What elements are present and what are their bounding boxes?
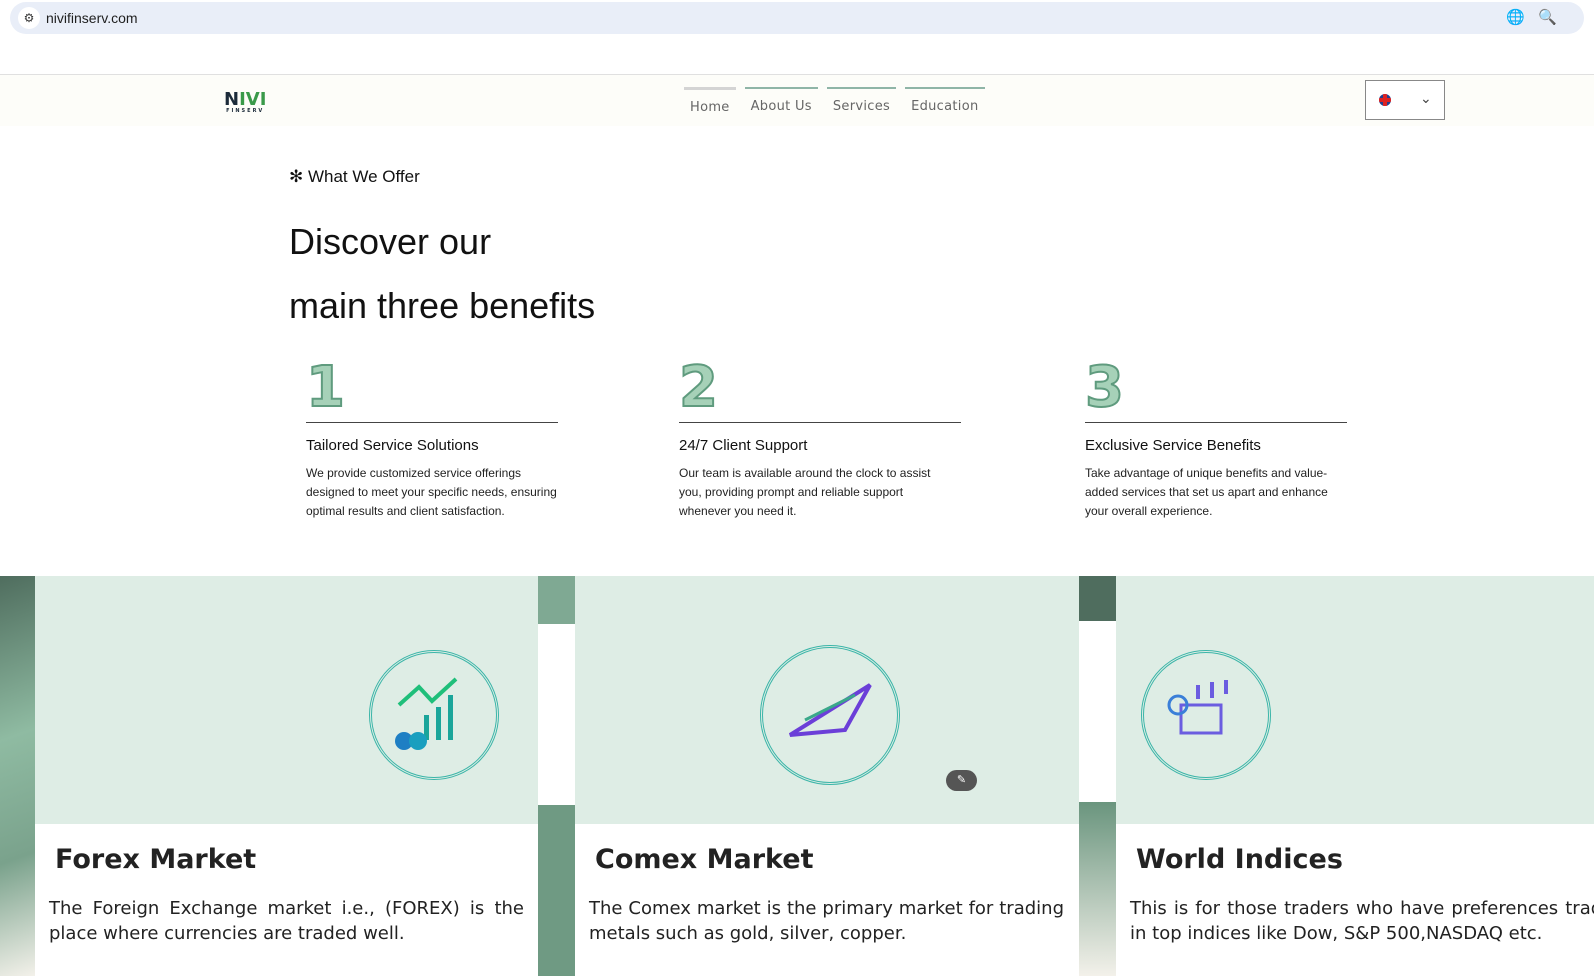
forex-chart-icon: [369, 650, 499, 780]
benefit-text: We provide customized service offerings …: [306, 466, 557, 518]
nav-education[interactable]: Education: [905, 87, 985, 115]
card-text: The Comex market is the primary market f…: [589, 898, 1064, 944]
chevron-down-icon: ⌄: [1420, 90, 1432, 106]
main-menu: Home About Us Services Education: [684, 87, 985, 115]
address-bar[interactable]: ⚙ nivifinserv.com 🌐 🔍: [10, 2, 1584, 34]
benefit-title: 24/7 Client Support: [679, 437, 808, 454]
section-kicker: ✻ What We Offer: [289, 167, 420, 186]
nav-home[interactable]: Home: [684, 87, 736, 115]
decor-strip: [0, 576, 35, 976]
benefit-text: Take advantage of unique benefits and va…: [1085, 466, 1328, 518]
card-title: Forex Market: [55, 844, 257, 875]
service-card-forex[interactable]: Forex Market The Foreign Exchange market…: [35, 576, 538, 976]
card-body: World Indices This is for those traders …: [1116, 824, 1594, 976]
translate-icon[interactable]: 🌐: [1506, 8, 1525, 26]
benefit-text: Our team is available around the clock t…: [679, 466, 931, 518]
card-body: Comex Market The Comex market is the pri…: [575, 824, 1079, 976]
card-image: [575, 576, 1079, 824]
decor-strip: [1079, 576, 1116, 621]
card-body: Forex Market The Foreign Exchange market…: [35, 824, 538, 976]
edit-image-button[interactable]: ✎: [946, 770, 977, 791]
decor-strip: [538, 805, 575, 976]
language-selector[interactable]: ⌄: [1365, 80, 1445, 120]
card-text: This is for those traders who have prefe…: [1130, 898, 1594, 944]
section-title: Discover our main three benefits: [289, 210, 595, 338]
card-title: Comex Market: [595, 844, 814, 875]
benefit-number: 1: [305, 355, 346, 421]
benefit-title: Tailored Service Solutions: [306, 437, 479, 454]
nav-services[interactable]: Services: [826, 87, 897, 115]
logo[interactable]: NIVI FINSERV: [224, 89, 266, 114]
decor-strip: [538, 576, 575, 624]
uk-flag-icon: [1379, 94, 1391, 106]
benefit-1: 1 Tailored Service Solutions We provide …: [305, 355, 558, 521]
card-title: World Indices: [1136, 844, 1343, 875]
service-card-comex[interactable]: Comex Market The Comex market is the pri…: [575, 576, 1079, 976]
site-settings-icon[interactable]: ⚙: [18, 7, 40, 29]
service-card-world-indices[interactable]: World Indices This is for those traders …: [1116, 576, 1594, 976]
title-line-1: Discover our: [289, 221, 492, 262]
url-text[interactable]: nivifinserv.com: [46, 10, 138, 26]
card-image: [35, 576, 538, 824]
benefit-title: Exclusive Service Benefits: [1085, 437, 1261, 454]
decor-strip: [1079, 802, 1116, 976]
benefit-3: 3 Exclusive Service Benefits Take advant…: [1084, 355, 1347, 521]
kicker-text: What We Offer: [307, 167, 420, 186]
nav-about-us[interactable]: About Us: [744, 87, 818, 115]
rocket-icon: [760, 645, 900, 785]
benefit-number: 2: [678, 355, 719, 421]
benefit-2: 2 24/7 Client Support Our team is availa…: [678, 355, 961, 521]
title-line-2: main three benefits: [289, 285, 596, 326]
card-image: [1116, 576, 1594, 824]
benefit-number: 3: [1084, 355, 1125, 421]
candlestick-monitor-icon: [1141, 650, 1271, 780]
site-header: NIVI FINSERV Home About Us Services Educa…: [0, 74, 1594, 126]
zoom-icon[interactable]: 🔍: [1538, 8, 1557, 26]
card-text: The Foreign Exchange market i.e., (FOREX…: [49, 898, 524, 944]
